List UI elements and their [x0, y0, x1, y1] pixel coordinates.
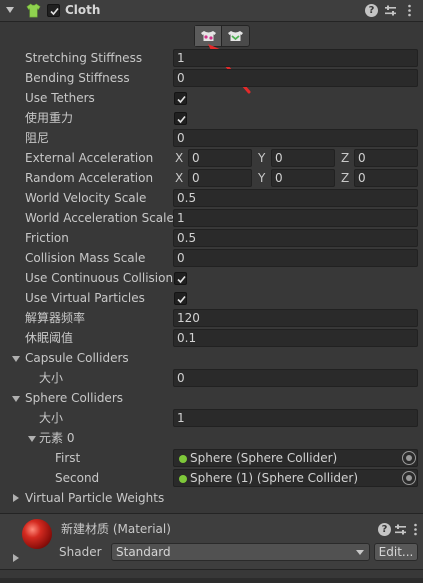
external-acceleration-x-field[interactable]: 0 — [188, 149, 252, 167]
axis-z-label: Z — [341, 171, 350, 185]
use-gravity-checkbox[interactable] — [174, 112, 187, 125]
chevron-down-icon — [356, 550, 364, 555]
sphere-colliders-foldout-icon[interactable] — [12, 396, 20, 402]
solver-frequency-field[interactable]: 120 — [173, 309, 418, 327]
second-collider-object-field[interactable]: Sphere (1) (Sphere Collider) — [173, 469, 418, 487]
object-picker-icon[interactable] — [402, 451, 416, 465]
foldout-arrow-icon[interactable] — [6, 7, 14, 13]
axis-x-label: X — [175, 171, 184, 185]
stretching-stiffness-field[interactable]: 1 — [173, 49, 418, 67]
damping-label: 阻尼 — [25, 131, 50, 145]
bending-stiffness-field[interactable]: 0 — [173, 69, 418, 87]
use-gravity-label: 使用重力 — [25, 111, 74, 125]
kebab-menu-icon[interactable] — [409, 523, 422, 536]
external-acceleration-z-field[interactable]: 0 — [354, 149, 418, 167]
help-icon[interactable]: ? — [365, 4, 378, 17]
sphere-colliders-size-field[interactable]: 1 — [173, 409, 418, 427]
stretching-stiffness-label: Stretching Stiffness — [25, 51, 143, 65]
use-virtual-particles-checkbox[interactable] — [174, 292, 187, 305]
sleep-threshold-field[interactable]: 0.1 — [173, 329, 418, 347]
preset-icon[interactable] — [394, 523, 407, 536]
external-acceleration-y-field[interactable]: 0 — [271, 149, 335, 167]
sleep-threshold-label: 休眠阈值 — [25, 331, 74, 345]
first-collider-label: First — [55, 451, 81, 465]
sphere-collider-icon — [179, 475, 187, 483]
random-acceleration-label: Random Acceleration — [25, 171, 154, 185]
panel-bottom-divider — [0, 578, 423, 583]
world-velocity-scale-label: World Velocity Scale — [25, 191, 147, 205]
random-acceleration-y-field[interactable]: 0 — [271, 169, 335, 187]
capsule-colliders-size-label: 大小 — [39, 371, 64, 385]
second-collider-value: Sphere (1) (Sphere Collider) — [190, 471, 359, 485]
random-acceleration-x-field[interactable]: 0 — [188, 169, 252, 187]
material-foldout-icon[interactable] — [13, 554, 19, 562]
capsule-colliders-foldout-icon[interactable] — [12, 356, 20, 362]
element-0-label[interactable]: 元素 0 — [39, 429, 74, 447]
second-collider-label: Second — [55, 471, 100, 485]
world-acceleration-scale-label: World Acceleration Scale — [25, 211, 174, 225]
object-picker-icon[interactable] — [402, 471, 416, 485]
checkmark-icon — [177, 115, 186, 124]
external-acceleration-label: External Acceleration — [25, 151, 154, 165]
checkmark-icon — [50, 7, 59, 16]
use-tethers-checkbox[interactable] — [174, 92, 187, 105]
use-virtual-particles-label: Use Virtual Particles — [25, 291, 145, 305]
capsule-colliders-size-field[interactable]: 0 — [173, 369, 418, 387]
friction-label: Friction — [25, 231, 69, 245]
help-icon[interactable]: ? — [378, 523, 391, 536]
sphere-colliders-size-label: 大小 — [39, 411, 64, 425]
use-tethers-label: Use Tethers — [25, 91, 95, 105]
cloth-shirt-icon — [26, 3, 41, 18]
collision-mass-scale-label: Collision Mass Scale — [25, 251, 146, 265]
world-acceleration-scale-field[interactable]: 1 — [173, 209, 418, 227]
random-acceleration-z-field[interactable]: 0 — [354, 169, 418, 187]
use-continuous-collision-label: Use Continuous Collision — [25, 271, 174, 285]
first-collider-value: Sphere (Sphere Collider) — [190, 451, 338, 465]
axis-z-label: Z — [341, 151, 350, 165]
axis-x-label: X — [175, 151, 184, 165]
use-continuous-collision-checkbox[interactable] — [174, 272, 187, 285]
shader-label: Shader — [59, 545, 102, 559]
shader-dropdown[interactable]: Standard — [111, 543, 370, 561]
capsule-colliders-label[interactable]: Capsule Colliders — [25, 349, 129, 367]
component-title: Cloth — [65, 3, 101, 17]
bending-stiffness-label: Bending Stiffness — [25, 71, 130, 85]
virtual-particle-weights-foldout-icon[interactable] — [13, 494, 19, 502]
preset-icon[interactable] — [384, 4, 397, 17]
solver-frequency-label: 解算器频率 — [25, 311, 86, 325]
world-velocity-scale-field[interactable]: 0.5 — [173, 189, 418, 207]
axis-y-label: Y — [258, 171, 266, 185]
checkmark-icon — [177, 295, 186, 304]
edit-shader-button[interactable]: Edit... — [374, 543, 418, 561]
friction-field[interactable]: 0.5 — [173, 229, 418, 247]
shader-value: Standard — [116, 545, 171, 559]
checkmark-icon — [177, 275, 186, 284]
collision-mass-scale-field[interactable]: 0 — [173, 249, 418, 267]
axis-y-label: Y — [258, 151, 266, 165]
checkmark-icon — [177, 95, 186, 104]
material-title: 新建材质 (Material) — [61, 522, 171, 536]
kebab-menu-icon[interactable] — [403, 4, 416, 17]
first-collider-object-field[interactable]: Sphere (Sphere Collider) — [173, 449, 418, 467]
element-0-foldout-icon[interactable] — [28, 436, 36, 442]
sphere-colliders-label[interactable]: Sphere Colliders — [25, 389, 123, 407]
damping-field[interactable]: 0 — [173, 129, 418, 147]
virtual-particle-weights-label[interactable]: Virtual Particle Weights — [25, 489, 164, 507]
sphere-collider-icon — [179, 455, 187, 463]
component-header: Cloth ? — [0, 0, 423, 22]
component-enabled-checkbox[interactable] — [47, 4, 60, 17]
material-preview-sphere[interactable] — [22, 519, 52, 549]
